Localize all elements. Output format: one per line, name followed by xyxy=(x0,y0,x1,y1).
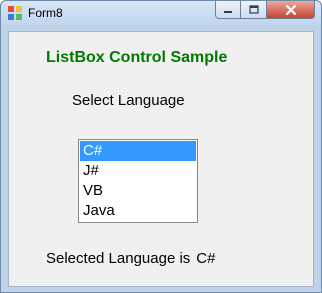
page-title: ListBox Control Sample xyxy=(46,49,228,66)
title-bar[interactable]: Form8 xyxy=(1,1,321,25)
status-value: C# xyxy=(196,250,216,267)
close-button[interactable] xyxy=(267,1,315,19)
select-language-label: Select Language xyxy=(72,92,185,109)
minimize-button[interactable] xyxy=(215,1,241,19)
selected-language-status: Selected Language is C# xyxy=(46,250,215,267)
window-title: Form8 xyxy=(28,6,63,20)
list-item-vb[interactable]: VB xyxy=(80,181,196,201)
maximize-button[interactable] xyxy=(241,1,267,19)
maximize-icon xyxy=(248,5,259,14)
minimize-icon xyxy=(224,10,232,13)
close-icon xyxy=(285,4,296,15)
status-label: Selected Language is xyxy=(46,250,191,267)
list-item-java[interactable]: Java xyxy=(80,201,196,221)
list-item-jsharp[interactable]: J# xyxy=(80,161,196,181)
language-listbox[interactable]: C# J# VB Java xyxy=(78,139,198,223)
list-item-csharp[interactable]: C# xyxy=(80,141,196,161)
app-icon xyxy=(8,6,22,20)
